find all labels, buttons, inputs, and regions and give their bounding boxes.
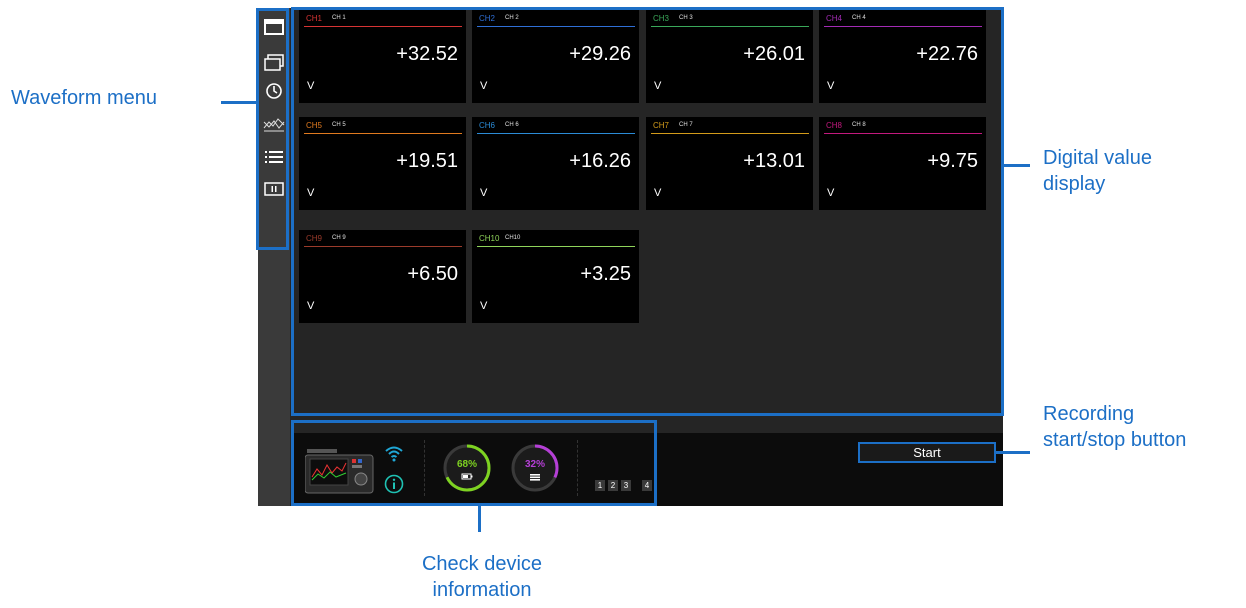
channel-unit: V [654,187,662,199]
channel-tile-ch9[interactable]: CH9 CH 9 +6.50 V [299,230,466,323]
channel-name: CH 4 [852,15,866,21]
channel-color-line [651,26,809,27]
clock-icon[interactable] [263,80,285,102]
channel-name: CH 2 [505,15,519,21]
channel-name: CH 5 [332,122,346,128]
channel-id: CH9 [306,234,323,243]
channel-unit: V [480,80,488,92]
battery-percent: 68% [456,459,477,470]
channel-value: +9.75 [927,150,978,172]
channel-value: +19.51 [396,150,458,172]
start-button[interactable]: Start [858,442,996,463]
panel-icon[interactable] [263,16,285,38]
channel-id: CH4 [826,14,843,23]
channel-tile-ch2[interactable]: CH2 CH 2 +29.26 V [472,10,639,103]
channel-value: +29.26 [569,43,631,65]
channel-name: CH10 [505,235,521,241]
channel-color-line [304,133,462,134]
channel-value: +32.52 [396,43,458,65]
channel-id: CH8 [826,121,843,130]
channel-tile-ch5[interactable]: CH5 CH 5 +19.51 V [299,117,466,210]
channel-unit: V [654,80,662,92]
channel-color-line [824,26,982,27]
storage-gauge: 32% [510,443,560,493]
channel-value: +6.50 [407,263,458,285]
channel-id: CH3 [653,14,670,23]
channel-unit: V [827,80,835,92]
digital-value-leader [1004,164,1030,167]
channel-value: +16.26 [569,150,631,172]
channel-color-line [304,26,462,27]
waveform-menu-leader [221,101,256,104]
channel-tile-ch4[interactable]: CH4 CH 4 +22.76 V [819,10,986,103]
pause-icon[interactable] [263,178,285,200]
divider [577,440,578,496]
channel-tile-ch3[interactable]: CH3 CH 3 +26.01 V [646,10,813,103]
page-button-3[interactable]: 3 [621,480,631,491]
channel-color-line [824,133,982,134]
list-icon[interactable] [263,146,285,168]
channel-value: +26.01 [743,43,805,65]
divider [424,440,425,496]
device-info-callout-line1: Check device [421,553,543,575]
device-info-callout-line2: information [432,579,532,601]
channel-unit: V [827,187,835,199]
channel-color-line [651,133,809,134]
device-info-leader [478,506,481,532]
channel-unit: V [480,187,488,199]
digital-value-callout-line2: display [1043,173,1106,195]
channel-tile-ch10[interactable]: CH10 CH10 +3.25 V [472,230,639,323]
windows-icon[interactable] [263,52,285,74]
channel-name: CH 3 [679,15,693,21]
channel-name: CH 1 [332,15,346,21]
channel-color-line [477,246,635,247]
page-button-1[interactable]: 1 [595,480,605,491]
channel-color-line [477,26,635,27]
channel-unit: V [307,80,315,92]
channel-name: CH 8 [852,122,866,128]
channel-tile-ch1[interactable]: CH1 CH 1 +32.52 V [299,10,466,103]
channel-unit: V [307,187,315,199]
channel-color-line [304,246,462,247]
digital-value-callout-line1: Digital value [1043,147,1152,169]
device-thumbnail[interactable] [304,447,375,495]
channel-value: +22.76 [916,43,978,65]
channel-id: CH6 [479,121,496,130]
channel-id: CH7 [653,121,670,130]
channel-name: CH 6 [505,122,519,128]
channel-value: +13.01 [743,150,805,172]
recording-callout-line2: start/stop button [1043,429,1187,451]
storage-percent: 32% [524,459,545,470]
waveform-icon[interactable] [263,113,285,135]
recording-leader [996,451,1030,454]
channel-tile-ch6[interactable]: CH6 CH 6 +16.26 V [472,117,639,210]
waveform-menu-callout: Waveform menu [11,87,157,109]
channel-unit: V [307,300,315,312]
page-button-4[interactable]: 4 [642,480,652,491]
channel-tile-ch8[interactable]: CH8 CH 8 +9.75 V [819,117,986,210]
channel-name: CH 7 [679,122,693,128]
channel-value: +3.25 [580,263,631,285]
info-icon[interactable] [384,474,404,499]
page-button-2[interactable]: 2 [608,480,618,491]
channel-id: CH1 [306,14,323,23]
channel-color-line [477,133,635,134]
channel-id: CH2 [479,14,496,23]
wifi-icon [384,444,404,467]
recording-callout-line1: Recording [1043,403,1135,425]
channel-id: CH10 [479,234,500,243]
channel-id: CH5 [306,121,323,130]
channel-unit: V [480,300,488,312]
battery-gauge: 68% [442,443,492,493]
channel-name: CH 9 [332,235,346,241]
channel-tile-ch7[interactable]: CH7 CH 7 +13.01 V [646,117,813,210]
